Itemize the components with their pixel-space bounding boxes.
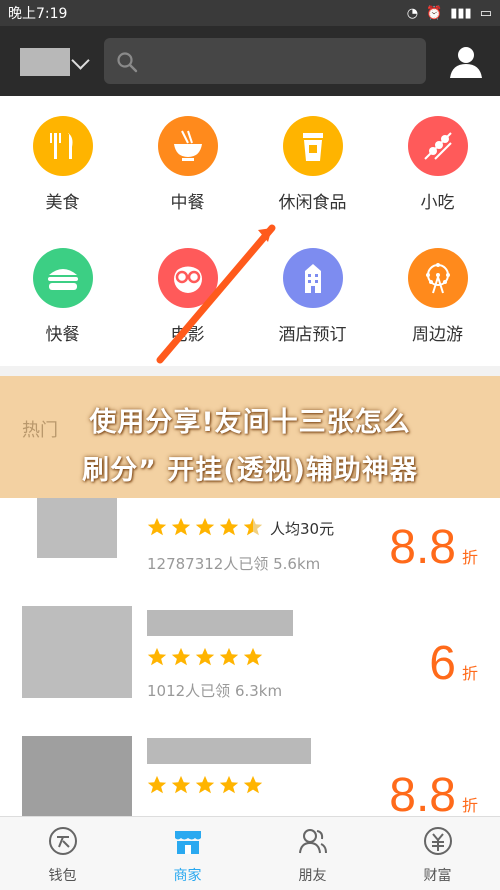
discount-value: 6折 [429, 636, 478, 691]
star-icon [195, 517, 215, 536]
app-header [0, 26, 500, 96]
wifi-icon: ◔ [406, 5, 419, 21]
tab-label: 钱包 [48, 868, 77, 884]
discount-number: 6 [429, 637, 456, 690]
category-label: 小吃 [420, 193, 455, 213]
friends-icon [298, 829, 327, 854]
star-icon [147, 647, 167, 666]
battery-icon: ▭ [479, 5, 492, 21]
discount-unit: 折 [461, 550, 478, 567]
category-label: 美食 [45, 193, 80, 213]
star-icon [147, 517, 167, 536]
rating-stars [146, 774, 264, 796]
list-item[interactable]: 8.8 折 [0, 718, 500, 822]
chevron-down-icon[interactable] [71, 51, 90, 70]
category-label: 休闲食品 [278, 193, 347, 213]
discount-number: 8.8 [389, 769, 456, 822]
wallet-icon [48, 827, 77, 855]
category-label: 酒店预订 [278, 325, 347, 345]
star-icon [195, 647, 215, 666]
burger-icon [32, 248, 93, 308]
deal-name [147, 610, 293, 636]
star-icon [219, 517, 239, 536]
list-item[interactable]: 人均30元 12787312人已领 5.6km 8.8 折 [0, 498, 500, 589]
building-icon [282, 248, 343, 308]
rating-stars [146, 646, 264, 668]
category-grid: 美食 中餐 休闲食品 小吃 快餐 电影 酒店预订 周边游 [0, 96, 500, 366]
ferris-wheel-icon [407, 248, 468, 308]
banner-line-2: 刷分” 开挂(透视)辅助神器 [82, 455, 418, 486]
status-bar: 晚上7:19 ◔ ⏰ ▮▮▮ ▭ [0, 0, 500, 26]
star-icon [243, 775, 263, 794]
rating-stars [146, 516, 264, 538]
fork-knife-icon [32, 116, 93, 176]
deal-thumbnail [22, 606, 132, 698]
discount-value: 8.8 折 [389, 520, 478, 575]
discount-number: 8.8 [389, 521, 456, 574]
banner-line-1: 使用分享!友间十三张怎么 [89, 407, 411, 438]
discount-unit: 折 [461, 798, 478, 815]
discount-unit: 折 [461, 666, 478, 683]
tab-wealth[interactable]: 财富 [375, 825, 500, 885]
avg-price: 人均30元 [270, 520, 335, 538]
cup-icon [282, 116, 343, 176]
star-icon [171, 647, 191, 666]
city-selector[interactable] [20, 48, 70, 76]
signal-icon: ▮▮▮ [450, 5, 472, 21]
status-icons: ◔ ⏰ ▮▮▮ ▭ [407, 6, 492, 21]
star-icon [195, 775, 215, 794]
tab-label: 朋友 [298, 868, 327, 884]
star-icon [147, 775, 167, 794]
tab-wallet[interactable]: 钱包 [0, 825, 125, 885]
category-item-fastfood[interactable]: 快餐 [0, 248, 125, 345]
bowl-icon [157, 116, 218, 176]
tab-label: 财富 [423, 868, 452, 884]
deal-thumbnail [22, 736, 132, 816]
tab-merchant[interactable]: 商家 [125, 825, 250, 885]
category-item-snacks[interactable]: 休闲食品 [250, 116, 375, 213]
category-item-chinese[interactable]: 中餐 [125, 116, 250, 213]
category-label: 周边游 [412, 325, 463, 345]
search-input[interactable] [104, 38, 426, 84]
category-label: 电影 [170, 325, 205, 345]
alarm-icon: ⏰ [426, 5, 443, 21]
deal-meta: 1012人已领 6.3km [147, 682, 283, 700]
star-icon [171, 517, 191, 536]
category-item-food[interactable]: 美食 [0, 116, 125, 213]
category-label: 快餐 [45, 325, 80, 345]
star-icon [219, 775, 239, 794]
category-item-hotel[interactable]: 酒店预订 [250, 248, 375, 345]
star-icon [219, 647, 239, 666]
store-icon [174, 831, 201, 854]
skewer-icon [407, 116, 468, 176]
category-item-movie[interactable]: 电影 [125, 248, 250, 345]
category-item-nearby-tour[interactable]: 周边游 [375, 248, 500, 345]
deal-meta: 12787312人已领 5.6km [147, 555, 321, 573]
wealth-icon [423, 827, 452, 855]
promo-banner-overlay: 热门 使用分享!友间十三张怎么 刷分” 开挂(透视)辅助神器 [0, 376, 500, 498]
star-icon [171, 775, 191, 794]
tab-friends[interactable]: 朋友 [250, 825, 375, 885]
star-icon [243, 647, 263, 666]
star-half-icon [243, 517, 263, 536]
category-label: 中餐 [170, 193, 205, 213]
user-icon[interactable] [446, 42, 486, 82]
category-item-snack-bar[interactable]: 小吃 [375, 116, 500, 213]
list-item[interactable]: 1012人已领 6.3km 6折 [0, 588, 500, 719]
deal-list: 人均30元 12787312人已领 5.6km 8.8 折 1012人已领 6.3… [0, 498, 500, 822]
status-time: 晚上7:19 [8, 6, 68, 22]
glasses-face-icon [157, 248, 218, 308]
deal-thumbnail [37, 498, 117, 558]
search-icon [117, 52, 138, 73]
discount-value: 8.8 折 [389, 768, 478, 823]
tab-label: 商家 [173, 868, 202, 884]
deal-name [147, 738, 311, 764]
bottom-nav: 钱包 商家 朋友 财富 [0, 816, 500, 890]
